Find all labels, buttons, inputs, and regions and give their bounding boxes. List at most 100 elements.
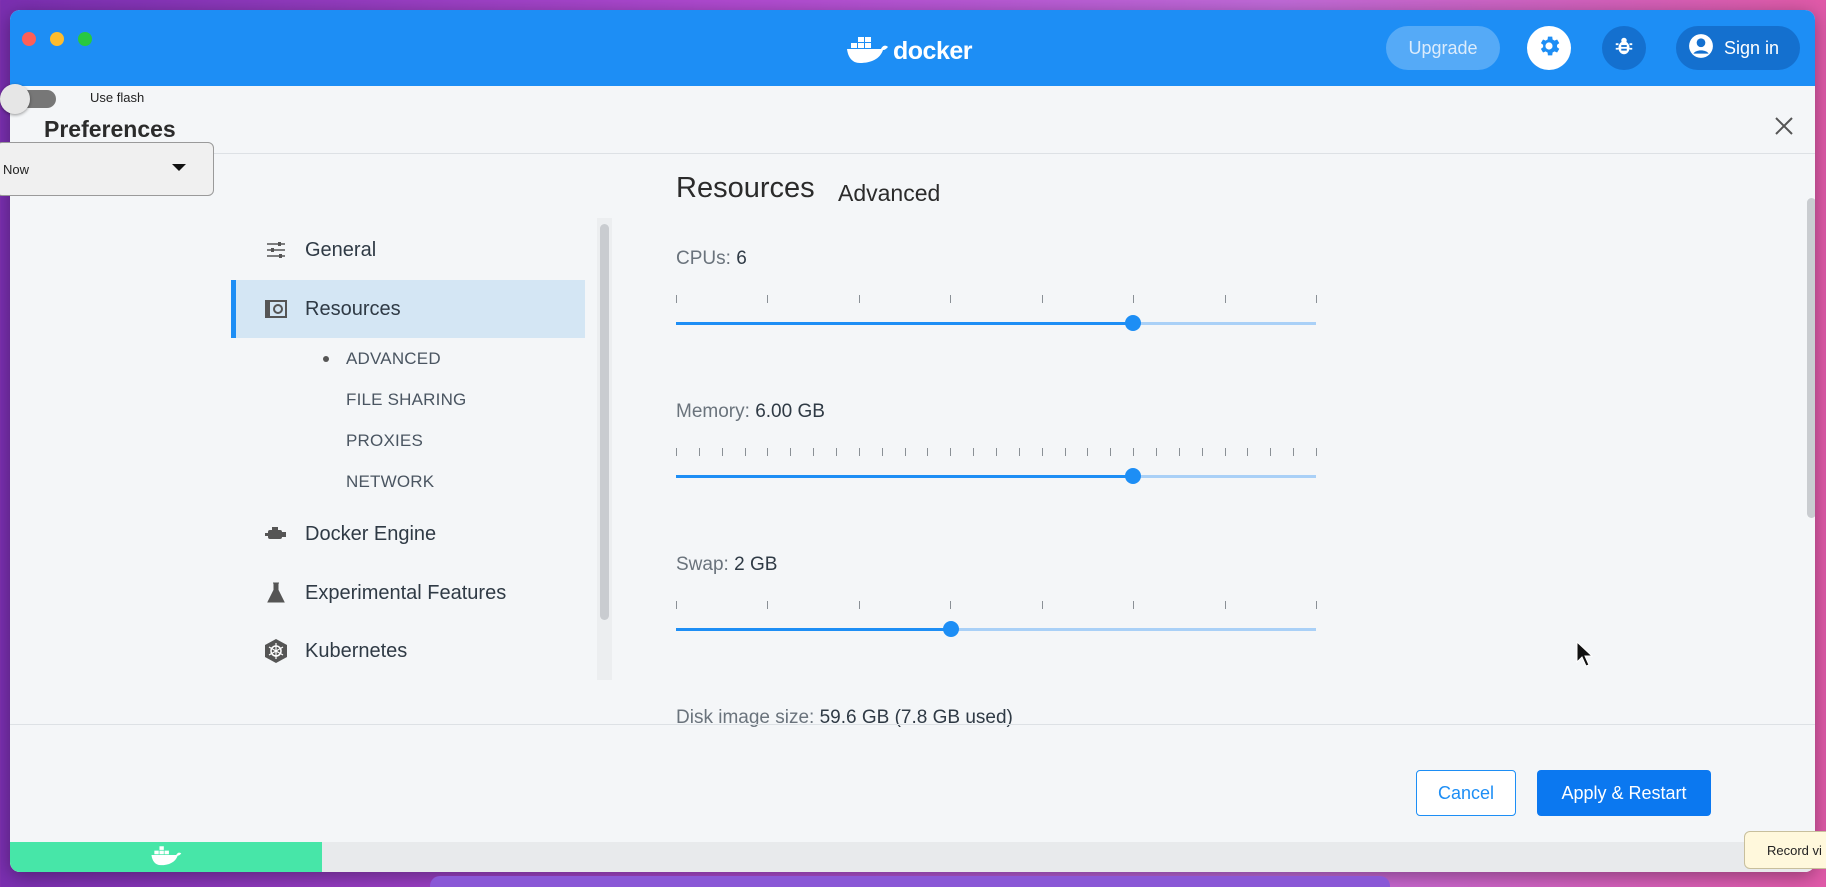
slider-tick bbox=[1178, 448, 1180, 456]
slider-ticks bbox=[676, 448, 1317, 456]
settings-button[interactable] bbox=[1527, 26, 1571, 70]
caret-down-icon bbox=[172, 164, 186, 171]
sliders-icon bbox=[261, 241, 291, 259]
helm-icon bbox=[261, 638, 291, 664]
sidebar-item-docker-engine[interactable]: Docker Engine bbox=[231, 505, 585, 563]
account-icon bbox=[1688, 33, 1714, 64]
slider-ticks bbox=[676, 295, 1317, 303]
slider-thumb[interactable] bbox=[1124, 315, 1141, 331]
slider-fill bbox=[676, 475, 1133, 478]
sidebar-item-general[interactable]: General bbox=[231, 221, 585, 279]
slider-tick bbox=[721, 448, 723, 456]
slider-tick bbox=[744, 448, 746, 456]
slider-tick bbox=[698, 448, 700, 456]
cpus-label-text: CPUs: bbox=[676, 248, 731, 269]
window-zoom-button[interactable] bbox=[78, 32, 92, 46]
memory-value: 6.00 GB bbox=[755, 401, 825, 422]
page-title: Preferences bbox=[44, 116, 176, 142]
slider-tick bbox=[1316, 448, 1317, 456]
slider-tick bbox=[1087, 448, 1089, 456]
engine-status[interactable] bbox=[10, 842, 322, 872]
sidebar-item-label: Kubernetes bbox=[305, 639, 408, 662]
slider-tick bbox=[676, 448, 677, 456]
memory-slider[interactable] bbox=[676, 448, 1317, 488]
troubleshoot-button[interactable] bbox=[1602, 26, 1646, 70]
status-bar bbox=[10, 842, 1815, 872]
swap-slider[interactable] bbox=[676, 601, 1317, 641]
slider-tick bbox=[1041, 448, 1043, 456]
swap-label-text: Swap: bbox=[676, 554, 729, 575]
subitem-file-sharing[interactable]: FILE SHARING bbox=[346, 390, 466, 410]
disk-label: Disk image size: 59.6 GB (7.8 GB used) bbox=[676, 707, 1013, 729]
cpus-value: 6 bbox=[736, 248, 747, 269]
subitem-advanced[interactable]: ADVANCED bbox=[346, 349, 441, 369]
slider-tick bbox=[1041, 295, 1043, 303]
slider-tick bbox=[927, 448, 929, 456]
slider-fill bbox=[676, 322, 1133, 325]
slider-tick bbox=[904, 448, 906, 456]
section-heading: Resources bbox=[676, 172, 815, 204]
preferences-sidebar: General Resources ADVANCED FILE SHARING … bbox=[231, 211, 585, 671]
footer-divider bbox=[10, 724, 1815, 725]
sidebar-item-label: Docker Engine bbox=[305, 522, 437, 545]
slider-tick bbox=[1156, 448, 1157, 456]
slider-tick bbox=[881, 448, 883, 456]
slider-tick bbox=[973, 448, 975, 456]
slider-tick bbox=[1041, 601, 1043, 609]
close-preferences-button[interactable] bbox=[1774, 116, 1794, 141]
slider-tick bbox=[1018, 448, 1020, 456]
sidebar-item-kubernetes[interactable]: Kubernetes bbox=[231, 622, 585, 680]
slider-tick bbox=[767, 448, 769, 456]
cpus-slider[interactable] bbox=[676, 295, 1317, 335]
subitem-proxies[interactable]: PROXIES bbox=[346, 431, 423, 451]
slider-tick bbox=[1270, 448, 1272, 456]
sidebar-item-label: Resources bbox=[305, 297, 401, 320]
sidebar-item-experimental[interactable]: Experimental Features bbox=[231, 564, 585, 622]
sign-in-button[interactable]: Sign in bbox=[1676, 26, 1800, 70]
slider-tick bbox=[1224, 448, 1226, 456]
slider-thumb[interactable] bbox=[942, 621, 959, 637]
slider-tick bbox=[996, 448, 997, 456]
slider-tick bbox=[813, 448, 815, 456]
slider-tick bbox=[858, 601, 860, 609]
sign-in-label: Sign in bbox=[1724, 37, 1780, 58]
window-minimize-button[interactable] bbox=[50, 32, 64, 46]
apply-restart-button[interactable]: Apply & Restart bbox=[1537, 770, 1711, 816]
slider-tick bbox=[1064, 448, 1066, 456]
title-bar: docker Upgrade Sign in bbox=[10, 10, 1815, 86]
swap-label: Swap: 2 GB bbox=[676, 554, 777, 576]
cancel-button[interactable]: Cancel bbox=[1416, 770, 1516, 816]
sidebar-scrollbar[interactable] bbox=[600, 224, 609, 620]
slider-tick bbox=[676, 295, 677, 303]
use-flash-toggle-knob[interactable] bbox=[0, 84, 30, 114]
flask-icon bbox=[261, 582, 291, 604]
swap-value: 2 GB bbox=[734, 554, 778, 575]
slider-tick bbox=[950, 601, 952, 609]
subitem-network[interactable]: NETWORK bbox=[346, 472, 434, 492]
mouse-pointer-icon bbox=[1576, 640, 1594, 672]
section-subheading: Advanced bbox=[838, 180, 941, 206]
sidebar-item-resources[interactable]: Resources bbox=[231, 280, 585, 338]
slider-thumb[interactable] bbox=[1124, 468, 1141, 484]
slider-tick bbox=[836, 448, 837, 456]
close-icon bbox=[1774, 117, 1794, 140]
window-close-button[interactable] bbox=[22, 32, 36, 46]
record-tooltip: Record vi bbox=[1744, 831, 1826, 869]
slider-tick bbox=[676, 601, 677, 609]
logo-text: docker bbox=[893, 36, 972, 65]
resources-icon bbox=[261, 300, 291, 318]
upgrade-button[interactable]: Upgrade bbox=[1386, 26, 1500, 70]
whale-icon bbox=[845, 34, 889, 69]
bug-icon bbox=[1613, 35, 1635, 62]
content-scrollbar[interactable] bbox=[1807, 198, 1815, 518]
slider-tick bbox=[950, 295, 952, 303]
slider-tick bbox=[1110, 448, 1112, 456]
cpus-label: CPUs: 6 bbox=[676, 248, 747, 270]
slider-tick bbox=[858, 448, 860, 456]
docker-logo: docker bbox=[845, 36, 972, 66]
gear-icon bbox=[1536, 33, 1562, 64]
engine-icon bbox=[261, 525, 291, 543]
active-subitem-dot bbox=[323, 356, 329, 362]
whale-status-icon bbox=[150, 844, 182, 871]
slider-tick bbox=[1133, 295, 1135, 303]
